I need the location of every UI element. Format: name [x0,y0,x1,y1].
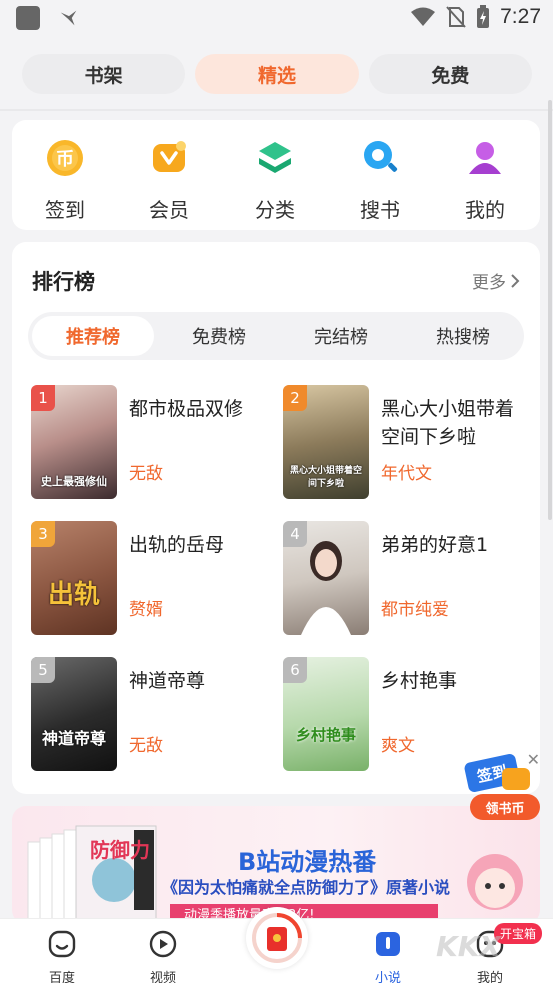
tab-featured[interactable]: 精选 [195,54,359,94]
user-icon [469,142,501,174]
tab-completed[interactable]: 完结榜 [280,312,402,360]
clock: 7:27 [500,5,541,28]
book-cover: 4 [283,521,369,635]
quick-menu: 币 签到 会员 分类 搜书 我的 [12,120,540,230]
baidu-smile-icon [48,930,76,958]
book-cover: 黑心大小姐带着空间下乡啦 2 [283,385,369,499]
nav-label: 我的 [476,971,503,983]
ranking-tabs: 推荐榜 免费榜 完结榜 热搜榜 [28,312,524,360]
quick-item-search[interactable]: 搜书 [335,138,425,223]
book-title: 黑心大小姐带着空间下乡啦 [381,398,515,448]
book-title: 神道帝尊 [129,670,206,692]
chevron-right-icon [511,273,520,288]
rank-badge: 3 [31,521,55,547]
rank-badge: 2 [283,385,307,411]
battery-charging-icon [477,5,490,28]
quick-item-label: 分类 [255,198,295,222]
nav-novel[interactable]: 小说 [353,929,423,983]
status-bar: 7:27 [0,0,553,38]
open-chest-badge[interactable]: 开宝箱 [494,923,543,944]
book-tag: 爽文 [381,736,415,756]
ranking-more-label: 更多 [472,273,506,293]
header-divider [0,109,553,111]
banner-cover-text: 防御力 [90,838,150,862]
rank-badge: 4 [283,521,307,547]
book-title: 乡村艳事 [381,670,458,692]
banner-title: B站动漫热番 [238,848,377,876]
layers-icon [259,142,291,173]
tab-recommended[interactable]: 推荐榜 [32,316,154,356]
book-tag: 无敌 [129,736,163,756]
coin-chest-icon [502,768,530,790]
nav-baidu[interactable]: 百度 [27,929,97,983]
quick-item-label: 签到 [45,198,85,222]
quick-item-label: 我的 [465,198,505,222]
ranking-title: 排行榜 [32,270,95,294]
book-item[interactable]: 神道帝尊 5 神道帝尊 无敌 [31,657,271,771]
quick-item-category[interactable]: 分类 [230,138,320,223]
quick-item-label: 会员 [149,198,189,222]
book-cover: 乡村艳事 6 [283,657,369,771]
rank-badge: 5 [31,657,55,683]
scrollbar[interactable] [548,100,552,520]
rank-badge: 6 [283,657,307,683]
book-title: 弟弟的好意1 [381,534,489,556]
no-sim-icon [446,6,466,28]
wifi-icon [411,7,436,26]
tab-hot-search[interactable]: 热搜榜 [402,312,524,360]
rank-badge: 1 [31,385,55,411]
tab-free[interactable]: 免费 [368,54,532,94]
claim-coins-button[interactable]: 领书币 [470,794,540,820]
book-cover-text: 神道帝尊 [41,729,106,748]
quick-item-vip[interactable]: 会员 [124,138,214,223]
banner-character [467,854,523,910]
watermark: KKX [436,930,501,963]
search-icon [364,141,398,172]
book-cover-text: 黑心大小姐带着空间下乡啦 [289,466,362,489]
red-envelope-button[interactable] [246,907,308,969]
quick-item-checkin[interactable]: 币 签到 [20,138,110,223]
banner-subtitle: 《因为太怕痛就全点防御力了》原著小说 [162,878,451,897]
ranking-more-link[interactable]: 更多 [472,268,520,293]
book-item[interactable]: 4 弟弟的好意1 都市纯爱 [283,521,523,635]
book-item[interactable]: 史上最强修仙 1 都市极品双修 无敌 [31,385,271,499]
coin-icon: 币 [47,140,83,176]
tab-free-rank[interactable]: 免费榜 [158,312,280,360]
book-tag: 年代文 [381,464,432,484]
nav-label: 视频 [149,971,176,983]
top-tabs: 书架 精选 免费 [22,54,532,94]
ranking-section: 排行榜 更多 推荐榜 免费榜 完结榜 热搜榜 史上最强修仙 1 都市极品双修 无… [12,242,540,794]
book-tag: 无敌 [129,464,163,484]
banner-book-stack [27,825,157,924]
book-cover-text: 史上最强修仙 [41,475,107,488]
vip-icon [153,141,186,172]
svg-text:币: 币 [56,149,74,170]
tab-bookshelf[interactable]: 书架 [22,54,186,94]
video-play-icon [149,930,177,958]
red-envelope-icon [252,913,302,963]
quick-item-profile[interactable]: 我的 [440,138,530,223]
book-cover-text: 出轨 [47,580,100,610]
book-tag: 都市纯爱 [381,600,449,620]
nav-video[interactable]: 视频 [128,929,198,983]
book-item[interactable]: 出轨 3 出轨的岳母 赘婿 [31,521,271,635]
book-cover-text: 乡村艳事 [295,726,356,744]
close-icon[interactable]: ✕ [527,750,540,769]
book-item[interactable]: 黑心大小姐带着空间下乡啦 2 黑心大小姐带着空间下乡啦 年代文 [283,385,523,499]
book-tag: 赘婿 [129,600,163,620]
book-title: 出轨的岳母 [129,534,225,556]
book-cover: 神道帝尊 5 [31,657,117,771]
book-icon [376,932,400,956]
bird-notification-icon [60,10,77,26]
book-cover: 出轨 3 [31,521,117,635]
book-cover: 史上最强修仙 1 [31,385,117,499]
floating-checkin[interactable]: 签到 领书币 ✕ [463,750,544,822]
quick-item-label: 搜书 [360,198,400,222]
notification-app-icon [16,6,40,30]
book-title: 都市极品双修 [129,398,244,420]
nav-label: 小说 [374,971,401,983]
nav-label: 百度 [48,971,75,983]
